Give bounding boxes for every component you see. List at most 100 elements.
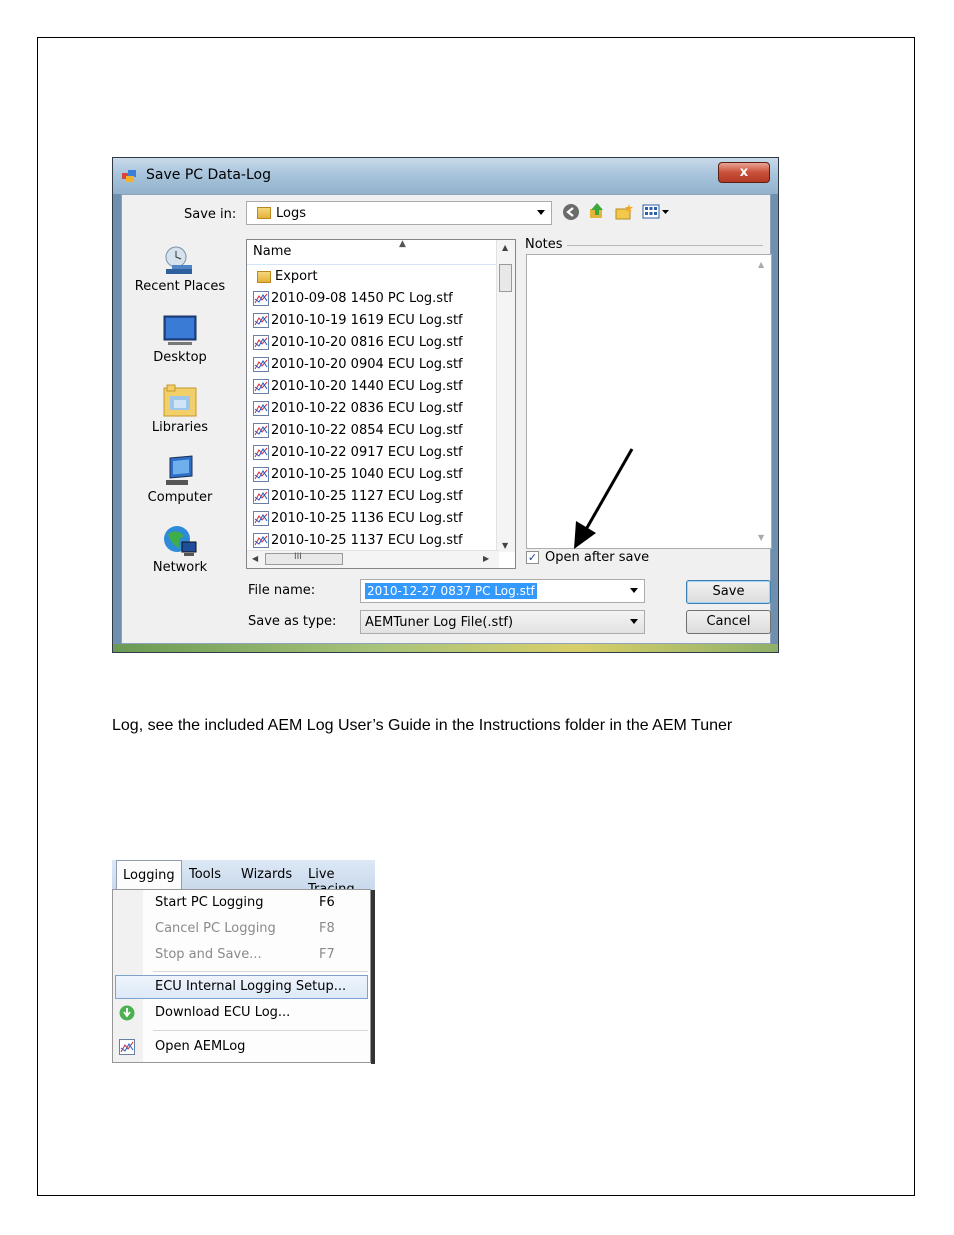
menu-item-label: Cancel PC Logging [155, 921, 276, 936]
dialog-titlebar[interactable]: Save PC Data-Log x [113, 158, 778, 194]
file-name: 2010-09-08 1450 PC Log.stf [271, 291, 453, 306]
folder-icon [257, 207, 271, 219]
list-item[interactable]: 2010-10-20 0904 ECU Log.stf [253, 354, 463, 376]
column-header-label: Name [253, 244, 292, 259]
menu-separator [153, 1030, 368, 1031]
save-in-combo[interactable]: Logs [246, 201, 552, 225]
stf-file-icon [253, 467, 269, 482]
menu-item-stop-and-save[interactable]: Stop and Save... F7 [115, 943, 368, 967]
file-list[interactable]: ▲ Name Export 2010-09-08 1450 PC Log.stf… [246, 239, 516, 569]
scroll-down-icon[interactable]: ▼ [758, 533, 764, 542]
list-item[interactable]: 2010-10-20 0816 ECU Log.stf [253, 332, 463, 354]
menu-item-shortcut: F6 [319, 895, 335, 910]
save-in-label: Save in: [184, 207, 237, 222]
stf-file-icon [253, 291, 269, 306]
menu-tools[interactable]: Tools [189, 867, 221, 882]
list-item[interactable]: 2010-10-22 0917 ECU Log.stf [253, 442, 463, 464]
list-item[interactable]: 2010-10-22 0854 ECU Log.stf [253, 420, 463, 442]
list-item[interactable]: 2010-10-25 1127 ECU Log.stf [253, 486, 463, 508]
menu-item-label: Start PC Logging [155, 895, 264, 910]
scroll-thumb[interactable]: III [265, 552, 343, 565]
file-name: 2010-10-20 0904 ECU Log.stf [271, 357, 463, 372]
cancel-button[interactable]: Cancel [686, 610, 771, 634]
place-label: Desktop [153, 350, 207, 365]
file-list-vertical-scrollbar[interactable]: ▲ ▼ [496, 240, 515, 552]
sort-ascending-icon: ▲ [399, 239, 406, 249]
menu-bar: Logging Tools Wizards Live Tracing [112, 860, 375, 897]
list-item[interactable]: 2010-10-20 1440 ECU Log.stf [253, 376, 463, 398]
place-computer[interactable]: Computer [130, 454, 230, 505]
chevron-down-icon [630, 619, 638, 624]
file-name: 2010-10-20 1440 ECU Log.stf [271, 379, 463, 394]
stf-file-icon [253, 489, 269, 504]
scroll-thumb[interactable] [499, 264, 512, 292]
menu-item-ecu-internal-logging-setup[interactable]: ECU Internal Logging Setup... [115, 975, 368, 999]
menu-logging[interactable]: Logging [116, 860, 182, 890]
stf-file-icon [253, 313, 269, 328]
place-network[interactable]: Network [130, 524, 230, 575]
stf-file-icon [253, 445, 269, 460]
save-in-value: Logs [276, 206, 306, 221]
place-desktop[interactable]: Desktop [130, 314, 230, 365]
column-header-name[interactable]: ▲ Name [247, 240, 497, 265]
aemlog-icon [119, 1039, 135, 1055]
scroll-grip: III [294, 552, 302, 562]
background-edge [371, 890, 375, 1064]
menu-item-download-ecu-log[interactable]: Download ECU Log... [115, 1001, 368, 1025]
place-recent-places[interactable]: Recent Places [130, 243, 230, 294]
menu-wizards[interactable]: Wizards [241, 867, 292, 882]
menu-item-label: Download ECU Log... [155, 1005, 291, 1020]
chevron-down-icon [537, 210, 545, 215]
dialog-frame-bottom [113, 644, 778, 652]
file-list-horizontal-scrollbar[interactable]: ◀ III ▶ [247, 550, 499, 568]
place-label: Computer [147, 490, 213, 505]
scroll-left-icon[interactable]: ◀ [252, 554, 258, 563]
app-icon [122, 170, 136, 182]
list-item[interactable]: 2010-10-25 1040 ECU Log.stf [253, 464, 463, 486]
new-folder-icon[interactable] [615, 203, 633, 221]
file-name-input[interactable]: 2010-12-27 0837 PC Log.stf [360, 579, 645, 603]
menu-item-open-aemlog[interactable]: Open AEMLog [115, 1035, 368, 1059]
stf-file-icon [253, 511, 269, 526]
recent-places-icon [165, 246, 192, 274]
scroll-right-icon[interactable]: ▶ [483, 554, 489, 563]
back-icon[interactable] [562, 203, 580, 221]
file-name: 2010-10-19 1619 ECU Log.stf [271, 313, 463, 328]
open-after-save-checkbox[interactable]: ✓ [526, 551, 539, 564]
list-item[interactable]: 2010-10-25 1137 ECU Log.stf [253, 530, 463, 552]
place-label: Libraries [151, 420, 209, 435]
file-name: 2010-10-25 1127 ECU Log.stf [271, 489, 463, 504]
place-libraries[interactable]: Libraries [130, 384, 230, 435]
menu-item-shortcut: F7 [319, 947, 335, 962]
dialog-title: Save PC Data-Log [146, 167, 271, 183]
file-name: Export [275, 269, 318, 284]
list-item[interactable]: 2010-10-25 1136 ECU Log.stf [253, 508, 463, 530]
list-item[interactable]: 2010-09-08 1450 PC Log.stf [253, 288, 453, 310]
logging-menu-screenshot: Logging Tools Wizards Live Tracing Start… [112, 860, 375, 1064]
scroll-down-icon[interactable]: ▼ [502, 541, 508, 550]
menu-item-cancel-pc-logging[interactable]: Cancel PC Logging F8 [115, 917, 368, 941]
libraries-icon [163, 384, 197, 417]
save-as-type-value: AEMTuner Log File(.stf) [365, 615, 514, 630]
computer-icon [166, 455, 193, 485]
scroll-up-icon[interactable]: ▲ [758, 260, 764, 269]
save-as-type-select[interactable]: AEMTuner Log File(.stf) [360, 610, 645, 634]
file-name: 2010-10-22 0836 ECU Log.stf [271, 401, 463, 416]
list-item-folder[interactable]: Export [253, 266, 318, 288]
file-name-label: File name: [248, 583, 316, 598]
menu-item-label: Stop and Save... [155, 947, 262, 962]
stf-file-icon [253, 357, 269, 372]
list-item[interactable]: 2010-10-22 0836 ECU Log.stf [253, 398, 463, 420]
place-label: Network [152, 560, 208, 575]
view-menu-icon[interactable] [642, 203, 672, 221]
chevron-down-icon[interactable] [630, 588, 638, 593]
stf-file-icon [253, 533, 269, 548]
scroll-up-icon[interactable]: ▲ [502, 243, 508, 252]
notes-scrollbar[interactable]: ▲ ▼ [753, 255, 771, 548]
save-button[interactable]: Save [686, 580, 771, 604]
close-button[interactable]: x [718, 162, 770, 183]
body-paragraph: Log, see the included AEM Log User’s Gui… [112, 717, 733, 734]
up-folder-icon[interactable] [588, 202, 606, 220]
list-item[interactable]: 2010-10-19 1619 ECU Log.stf [253, 310, 463, 332]
menu-item-start-pc-logging[interactable]: Start PC Logging F6 [115, 891, 368, 915]
